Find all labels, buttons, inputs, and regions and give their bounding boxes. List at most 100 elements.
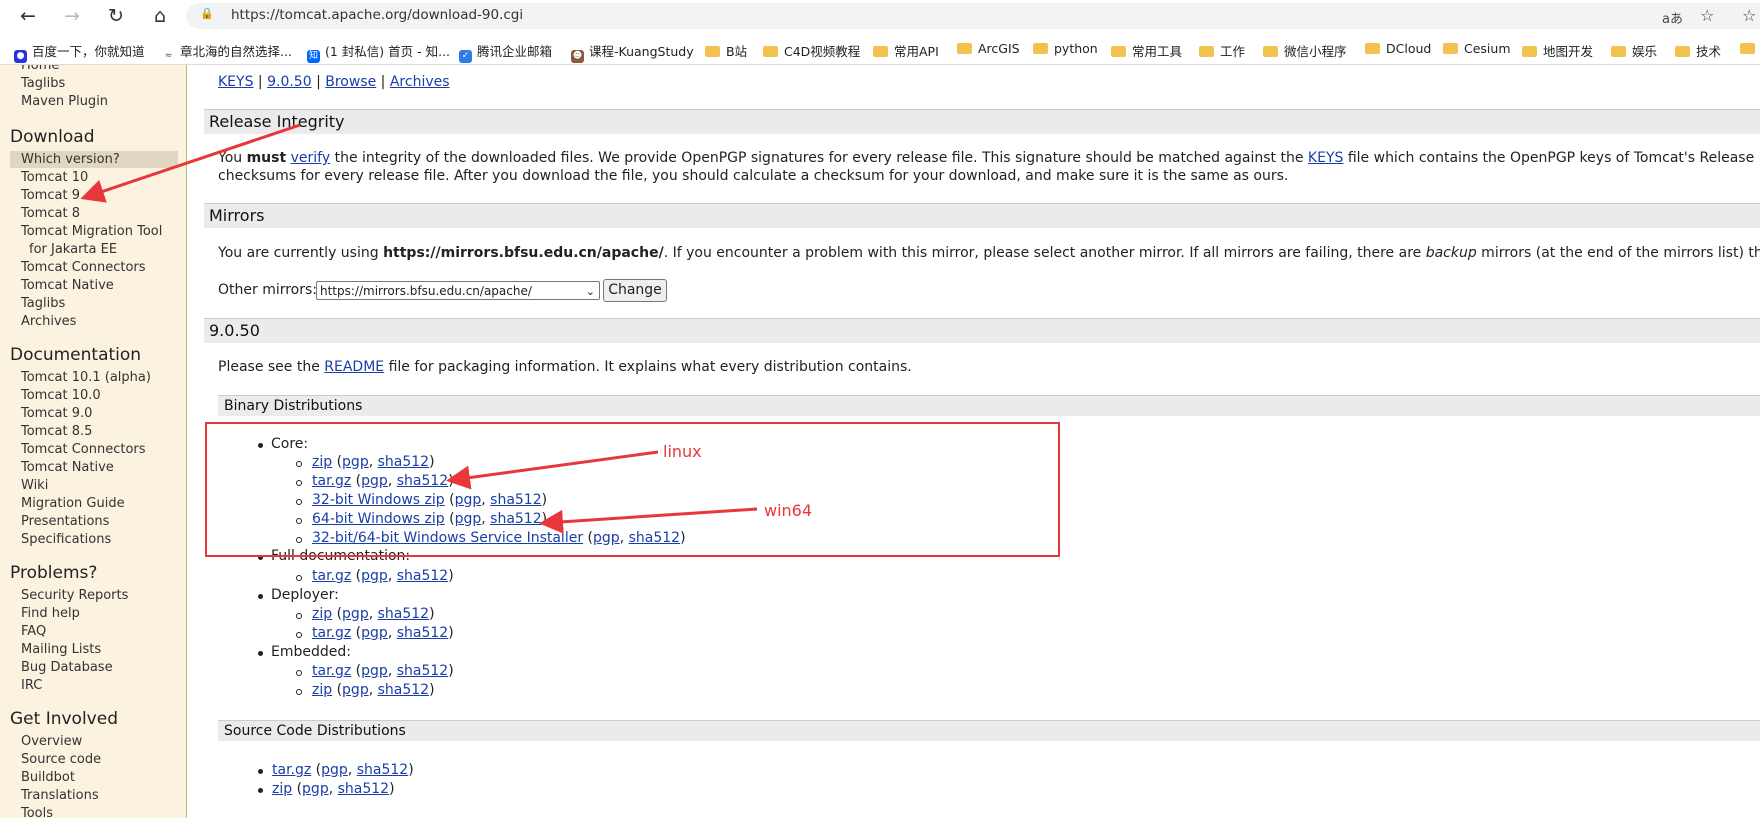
sidebar-item-tomcat-9[interactable]: Tomcat 9 — [21, 188, 80, 203]
bookmark-folder-miniprogram[interactable]: 微信小程序 — [1263, 41, 1347, 60]
bookmark-kuangstudy[interactable]: ☻ 课程-KuangStudy — [571, 41, 694, 63]
sidebar-item-specifications[interactable]: Specifications — [21, 532, 111, 547]
embedded-targz-link[interactable]: tar.gz — [312, 663, 351, 679]
folder-icon — [763, 46, 778, 57]
keys-file-link[interactable]: KEYS — [1308, 150, 1343, 166]
mirror-select[interactable]: https://mirrors.bfsu.edu.cn/apache/⌄ — [316, 281, 600, 300]
sidebar-item-tools[interactable]: Tools — [21, 806, 53, 818]
favorites-icon[interactable]: ☆ — [1742, 6, 1756, 25]
sidebar-item-doc-10-0[interactable]: Tomcat 10.0 — [21, 388, 101, 403]
sidebar-item-jakarta-ee[interactable]: for Jakarta EE — [29, 242, 117, 257]
fulldoc-targz-row: tar.gz (pgp, sha512) — [312, 568, 454, 584]
home-icon[interactable]: ⌂ — [148, 5, 172, 27]
bullet — [258, 788, 263, 793]
sha512-link[interactable]: sha512 — [338, 781, 389, 797]
sidebar-item-irc[interactable]: IRC — [21, 678, 42, 693]
bullet — [258, 594, 263, 599]
bookmark-folder-dcloud[interactable]: DCloud — [1365, 41, 1431, 56]
bookmark-folder-work[interactable]: 工作 — [1199, 41, 1245, 60]
sha512-link[interactable]: sha512 — [378, 606, 429, 622]
sha512-link[interactable]: sha512 — [397, 625, 448, 641]
bookmark-folder-cesium[interactable]: Cesium — [1443, 41, 1511, 56]
lock-icon[interactable]: 🔒 — [200, 7, 214, 23]
bookmark-folder-bilibili[interactable]: B站 — [705, 41, 747, 60]
embedded-zip-row: zip (pgp, sha512) — [312, 682, 435, 698]
deployer-targz-link[interactable]: tar.gz — [312, 625, 351, 641]
sidebar-item-find-help[interactable]: Find help — [21, 606, 80, 621]
sha512-link[interactable]: sha512 — [378, 682, 429, 698]
sidebar-item-bug-database[interactable]: Bug Database — [21, 660, 113, 675]
sha512-link[interactable]: sha512 — [397, 663, 448, 679]
archives-link[interactable]: Archives — [390, 74, 450, 90]
read-aloud-icon[interactable]: aあ — [1662, 8, 1683, 27]
sidebar-item-source-code[interactable]: Source code — [21, 752, 101, 767]
sidebar-item-doc-9-0[interactable]: Tomcat 9.0 — [21, 406, 92, 421]
pgp-link[interactable]: pgp — [302, 781, 329, 797]
sidebar-item-tomcat-10[interactable]: Tomcat 10 — [21, 170, 88, 185]
pgp-link[interactable]: pgp — [321, 762, 348, 778]
sidebar-item-home[interactable]: Home — [21, 65, 59, 73]
reload-icon[interactable]: ↻ — [104, 5, 128, 27]
sidebar-item-translations[interactable]: Translations — [21, 788, 99, 803]
bookmark-folder-map[interactable]: 地图开发 — [1522, 41, 1593, 60]
bookmark-baidu[interactable]: ● 百度一下，你就知道 — [14, 41, 145, 63]
annotation-linux-label: linux — [663, 442, 702, 461]
back-icon[interactable]: ← — [16, 5, 40, 27]
bookmark-folder-api[interactable]: 常用API — [873, 41, 939, 60]
browse-link[interactable]: Browse — [325, 74, 376, 90]
deployer-zip-link[interactable]: zip — [312, 606, 332, 622]
sidebar-item-faq[interactable]: FAQ — [21, 624, 46, 639]
bookmark-folder-tools[interactable]: 常用工具 — [1111, 41, 1182, 60]
bookmark-folder-arcgis[interactable]: ArcGIS — [957, 41, 1020, 56]
sidebar-item-buildbot[interactable]: Buildbot — [21, 770, 75, 785]
bookmark-tencent-mail[interactable]: ✓ 腾讯企业邮箱 — [459, 41, 552, 63]
sidebar-item-maven-plugin[interactable]: Maven Plugin — [21, 94, 108, 109]
sidebar-item-doc-8-5[interactable]: Tomcat 8.5 — [21, 424, 92, 439]
bookmark-folder-tech[interactable]: 技术 — [1675, 41, 1721, 60]
bullet — [258, 651, 263, 656]
bookmark-folder-c4d[interactable]: C4D视频教程 — [763, 41, 860, 60]
favorite-star-icon[interactable]: ☆ — [1700, 6, 1714, 25]
source-zip-link[interactable]: zip — [272, 781, 292, 797]
sidebar-item-doc-native[interactable]: Tomcat Native — [21, 460, 114, 475]
pgp-link[interactable]: pgp — [342, 606, 369, 622]
sidebar-item-doc-10-1[interactable]: Tomcat 10.1 (alpha) — [21, 370, 151, 385]
embedded-zip-link[interactable]: zip — [312, 682, 332, 698]
fulldoc-targz-link[interactable]: tar.gz — [312, 568, 351, 584]
keys-link[interactable]: KEYS — [218, 74, 253, 90]
pgp-link[interactable]: pgp — [361, 663, 388, 679]
pgp-link[interactable]: pgp — [361, 625, 388, 641]
sha512-link[interactable]: sha512 — [357, 762, 408, 778]
sidebar-item-mailing-lists[interactable]: Mailing Lists — [21, 642, 101, 657]
sidebar-item-taglibs[interactable]: Taglibs — [21, 76, 65, 91]
sidebar-item-taglibs-download[interactable]: Taglibs — [21, 296, 65, 311]
sidebar-item-archives[interactable]: Archives — [21, 314, 76, 329]
sidebar-item-migration-tool[interactable]: Tomcat Migration Tool — [21, 224, 162, 239]
bookmark-folder-more[interactable] — [1740, 41, 1760, 56]
bookmark-zhihu[interactable]: 知 (1 封私信) 首页 - 知... — [307, 41, 450, 63]
sub-bullet — [296, 575, 302, 581]
version-link[interactable]: 9.0.50 — [267, 74, 312, 90]
sidebar-item-tomcat-8[interactable]: Tomcat 8 — [21, 206, 80, 221]
sidebar-item-connectors[interactable]: Tomcat Connectors — [21, 260, 146, 275]
sidebar-item-wiki[interactable]: Wiki — [21, 478, 48, 493]
sidebar-item-presentations[interactable]: Presentations — [21, 514, 109, 529]
sidebar-item-security-reports[interactable]: Security Reports — [21, 588, 128, 603]
url-text[interactable]: https://tomcat.apache.org/download-90.cg… — [231, 7, 523, 23]
verify-link[interactable]: verify — [291, 150, 331, 166]
bookmark-folder-fun[interactable]: 娱乐 — [1611, 41, 1657, 60]
sidebar-item-doc-connectors[interactable]: Tomcat Connectors — [21, 442, 146, 457]
bookmark-folder-python[interactable]: python — [1033, 41, 1098, 56]
pgp-link[interactable]: pgp — [342, 682, 369, 698]
change-mirror-button[interactable]: Change — [603, 279, 667, 302]
sidebar-item-which-version[interactable]: Which version? — [21, 152, 120, 167]
sidebar-item-native[interactable]: Tomcat Native — [21, 278, 114, 293]
bookmark-zhangbeihai[interactable]: ≈ 章北海的自然选择... — [162, 41, 292, 63]
forward-icon[interactable]: → — [60, 5, 84, 27]
readme-link[interactable]: README — [324, 359, 384, 375]
pgp-link[interactable]: pgp — [361, 568, 388, 584]
source-targz-link[interactable]: tar.gz — [272, 762, 311, 778]
sha512-link[interactable]: sha512 — [397, 568, 448, 584]
sidebar-item-overview[interactable]: Overview — [21, 734, 82, 749]
sidebar-item-migration-guide[interactable]: Migration Guide — [21, 496, 125, 511]
